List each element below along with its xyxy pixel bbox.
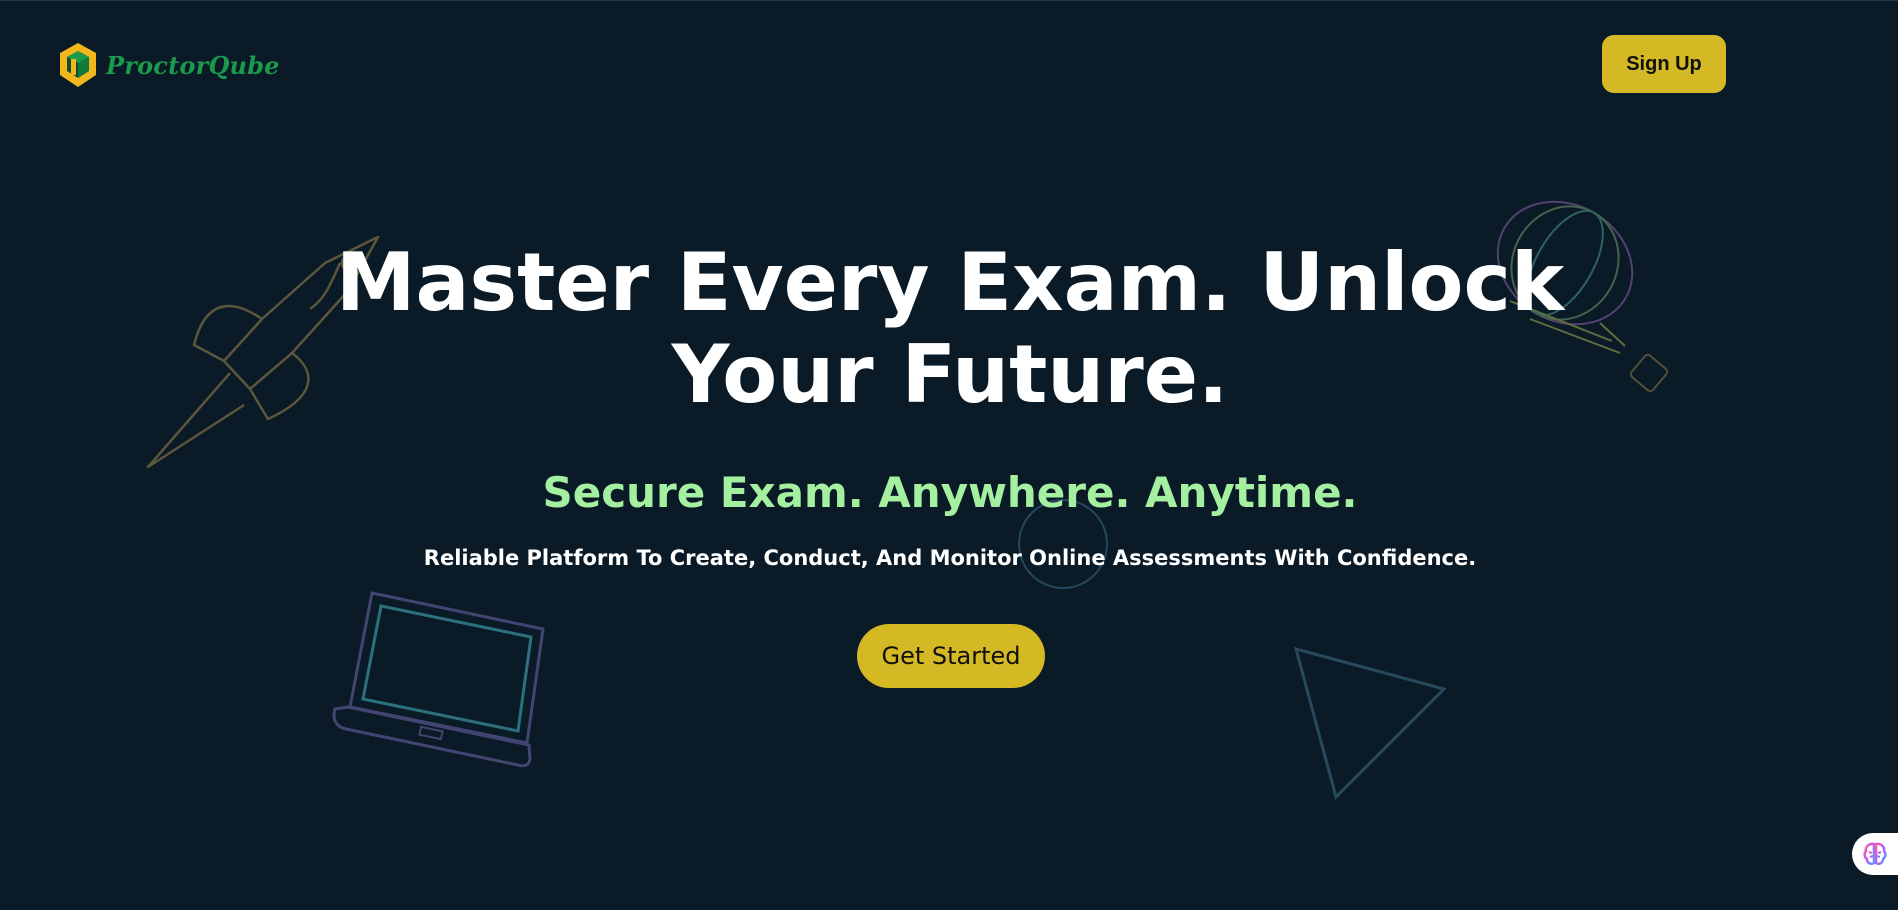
hero-description: Reliable Platform To Create, Conduct, An… xyxy=(423,546,1477,570)
laptop-icon xyxy=(332,591,545,768)
cube-logo-icon xyxy=(60,43,96,87)
hero-title-line-2: Your Future. xyxy=(671,328,1229,421)
hero-title-line-1: Master Every Exam. Unlock xyxy=(335,236,1565,329)
landing-page: ProctorQube Sign Up Master Every Exam. U… xyxy=(0,0,1898,910)
sign-up-button[interactable]: Sign Up xyxy=(1602,35,1726,93)
hero-title: Master Every Exam. Unlock Your Future. xyxy=(250,237,1650,421)
hero-tagline: Secure Exam. Anywhere. Anytime. xyxy=(542,468,1358,517)
brand-name: ProctorQube xyxy=(106,50,280,80)
brand-logo[interactable]: ProctorQube xyxy=(58,41,280,89)
get-started-button[interactable]: Get Started xyxy=(857,624,1045,688)
background-decorations xyxy=(146,200,1669,800)
brain-icon xyxy=(1863,842,1887,866)
assistant-button[interactable] xyxy=(1852,833,1898,875)
triangle-icon xyxy=(1293,646,1447,800)
